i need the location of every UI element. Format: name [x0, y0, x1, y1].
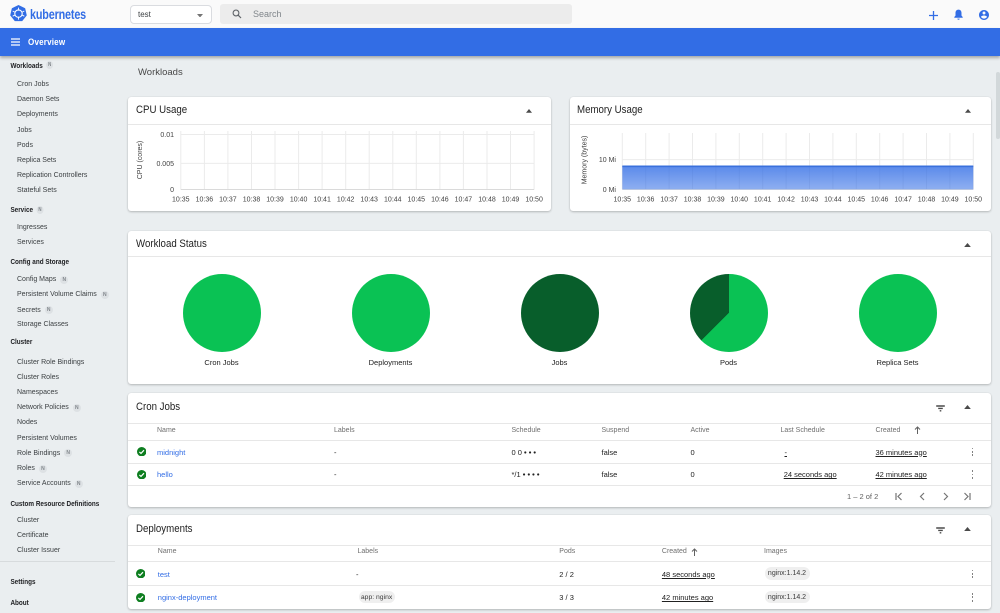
- svg-text:10:44: 10:44: [824, 197, 842, 204]
- svg-text:10:44: 10:44: [384, 197, 402, 204]
- svg-text:10:35: 10:35: [613, 197, 631, 204]
- svg-text:10 Mi: 10 Mi: [598, 157, 616, 164]
- svg-text:10:48: 10:48: [917, 197, 935, 204]
- svg-text:Memory (bytes): Memory (bytes): [581, 136, 588, 185]
- svg-text:10:40: 10:40: [730, 197, 748, 204]
- svg-text:10:39: 10:39: [707, 197, 725, 204]
- svg-text:10:41: 10:41: [753, 197, 771, 204]
- svg-text:10:37: 10:37: [219, 197, 237, 204]
- svg-text:10:48: 10:48: [478, 197, 496, 204]
- svg-text:0: 0: [170, 187, 174, 194]
- svg-text:10:47: 10:47: [894, 197, 912, 204]
- svg-text:10:45: 10:45: [408, 197, 426, 204]
- svg-text:0.005: 0.005: [156, 161, 174, 168]
- svg-text:10:36: 10:36: [636, 197, 654, 204]
- svg-text:10:46: 10:46: [431, 197, 449, 204]
- svg-text:10:40: 10:40: [290, 197, 308, 204]
- svg-text:10:38: 10:38: [243, 197, 261, 204]
- svg-text:10:49: 10:49: [941, 197, 959, 204]
- svg-text:10:43: 10:43: [800, 197, 818, 204]
- svg-text:CPU (cores): CPU (cores): [137, 141, 144, 180]
- svg-text:0 Mi: 0 Mi: [602, 187, 616, 194]
- svg-text:10:41: 10:41: [313, 197, 331, 204]
- svg-text:10:42: 10:42: [777, 197, 795, 204]
- svg-text:10:36: 10:36: [196, 197, 214, 204]
- svg-text:10:39: 10:39: [266, 197, 284, 204]
- svg-text:10:46: 10:46: [870, 197, 888, 204]
- svg-text:10:43: 10:43: [360, 197, 378, 204]
- svg-text:10:37: 10:37: [660, 197, 678, 204]
- svg-text:0.01: 0.01: [160, 132, 174, 139]
- svg-text:10:45: 10:45: [847, 197, 865, 204]
- svg-text:10:35: 10:35: [172, 197, 190, 204]
- svg-text:10:42: 10:42: [337, 197, 355, 204]
- svg-text:10:50: 10:50: [964, 197, 982, 204]
- svg-text:10:50: 10:50: [525, 197, 543, 204]
- svg-text:10:49: 10:49: [502, 197, 520, 204]
- svg-text:10:38: 10:38: [683, 197, 701, 204]
- svg-text:10:47: 10:47: [455, 197, 473, 204]
